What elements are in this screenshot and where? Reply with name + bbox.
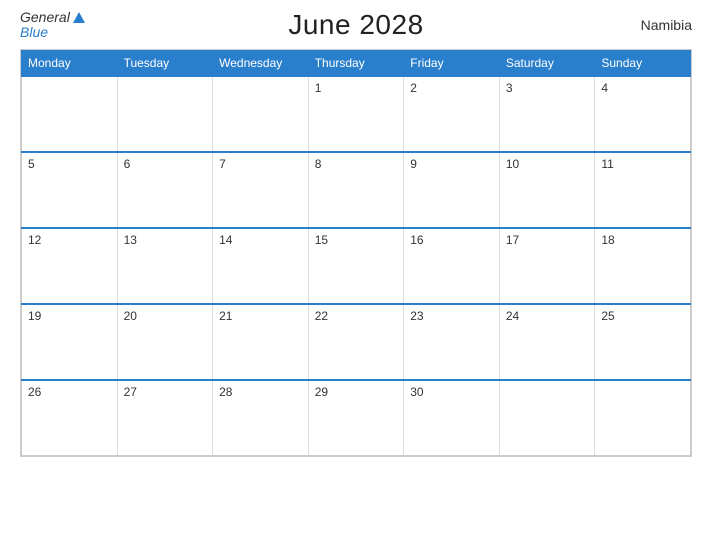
calendar-day: 7	[213, 152, 309, 228]
calendar-day: 27	[117, 380, 213, 456]
calendar-title: June 2028	[288, 9, 423, 41]
day-number: 1	[315, 81, 322, 95]
weekday-header-saturday: Saturday	[499, 50, 595, 76]
calendar-day: 12	[22, 228, 118, 304]
calendar-day: 1	[308, 76, 404, 152]
calendar-day: 9	[404, 152, 500, 228]
calendar-day	[595, 380, 691, 456]
day-number: 11	[601, 157, 613, 171]
calendar-day: 16	[404, 228, 500, 304]
calendar-body: 1234567891011121314151617181920212223242…	[22, 76, 691, 456]
calendar-day: 28	[213, 380, 309, 456]
day-number: 27	[124, 385, 137, 399]
calendar-day: 17	[499, 228, 595, 304]
day-number: 14	[219, 233, 232, 247]
calendar-day: 22	[308, 304, 404, 380]
weekday-header-tuesday: Tuesday	[117, 50, 213, 76]
calendar-day: 10	[499, 152, 595, 228]
calendar-day: 20	[117, 304, 213, 380]
calendar-week-5: 26 27 28 29 30	[22, 380, 691, 456]
day-number: 19	[28, 309, 41, 323]
day-number: 15	[315, 233, 328, 247]
day-number: 12	[28, 233, 41, 247]
day-number: 4	[601, 81, 608, 95]
calendar-day: 24	[499, 304, 595, 380]
calendar-day: 4	[595, 76, 691, 152]
calendar-week-1: 1 2 3 4	[22, 76, 691, 152]
day-number: 5	[28, 157, 35, 171]
weekday-header-thursday: Thursday	[308, 50, 404, 76]
day-number: 23	[410, 309, 423, 323]
calendar-day: 8	[308, 152, 404, 228]
calendar-header: GeneralBlue June 2028 Namibia	[20, 10, 692, 41]
day-number: 20	[124, 309, 137, 323]
calendar-day: 25	[595, 304, 691, 380]
calendar-day: 5	[22, 152, 118, 228]
calendar-week-2: 5 6 7 8 9 10 11	[22, 152, 691, 228]
day-number: 7	[219, 157, 226, 171]
calendar-day: 23	[404, 304, 500, 380]
logo: GeneralBlue	[20, 10, 85, 41]
day-number: 8	[315, 157, 322, 171]
day-number: 22	[315, 309, 328, 323]
day-number: 10	[506, 157, 519, 171]
calendar-wrapper: MondayTuesdayWednesdayThursdayFridaySatu…	[20, 49, 692, 458]
day-number: 3	[506, 81, 513, 95]
day-number: 2	[410, 81, 417, 95]
calendar-day: 15	[308, 228, 404, 304]
calendar-day: 13	[117, 228, 213, 304]
calendar-week-3: 12 13 14 15 16 17 18	[22, 228, 691, 304]
calendar-day	[499, 380, 595, 456]
calendar-day: 2	[404, 76, 500, 152]
calendar-day: 30	[404, 380, 500, 456]
day-number: 21	[219, 309, 232, 323]
day-number: 26	[28, 385, 41, 399]
day-number: 18	[601, 233, 614, 247]
calendar-day: 21	[213, 304, 309, 380]
calendar-day	[213, 76, 309, 152]
day-number: 17	[506, 233, 519, 247]
calendar-day: 6	[117, 152, 213, 228]
calendar-day: 3	[499, 76, 595, 152]
calendar-day: 29	[308, 380, 404, 456]
day-number: 16	[410, 233, 423, 247]
calendar-week-4: 19 20 21 22 23 24 25	[22, 304, 691, 380]
weekday-header-monday: Monday	[22, 50, 118, 76]
day-number: 29	[315, 385, 328, 399]
calendar-day: 19	[22, 304, 118, 380]
calendar-day	[22, 76, 118, 152]
calendar-header-row: MondayTuesdayWednesdayThursdayFridaySatu…	[22, 50, 691, 76]
day-number: 6	[124, 157, 131, 171]
country-label: Namibia	[641, 17, 692, 33]
calendar-day: 11	[595, 152, 691, 228]
calendar-day	[117, 76, 213, 152]
day-number: 9	[410, 157, 417, 171]
day-number: 30	[410, 385, 423, 399]
calendar-day: 14	[213, 228, 309, 304]
day-number: 28	[219, 385, 232, 399]
weekday-header-sunday: Sunday	[595, 50, 691, 76]
weekday-header-friday: Friday	[404, 50, 500, 76]
weekday-header-wednesday: Wednesday	[213, 50, 309, 76]
day-number: 24	[506, 309, 519, 323]
day-number: 25	[601, 309, 614, 323]
day-number: 13	[124, 233, 137, 247]
calendar-day: 18	[595, 228, 691, 304]
calendar-day: 26	[22, 380, 118, 456]
calendar-table: MondayTuesdayWednesdayThursdayFridaySatu…	[21, 50, 691, 457]
